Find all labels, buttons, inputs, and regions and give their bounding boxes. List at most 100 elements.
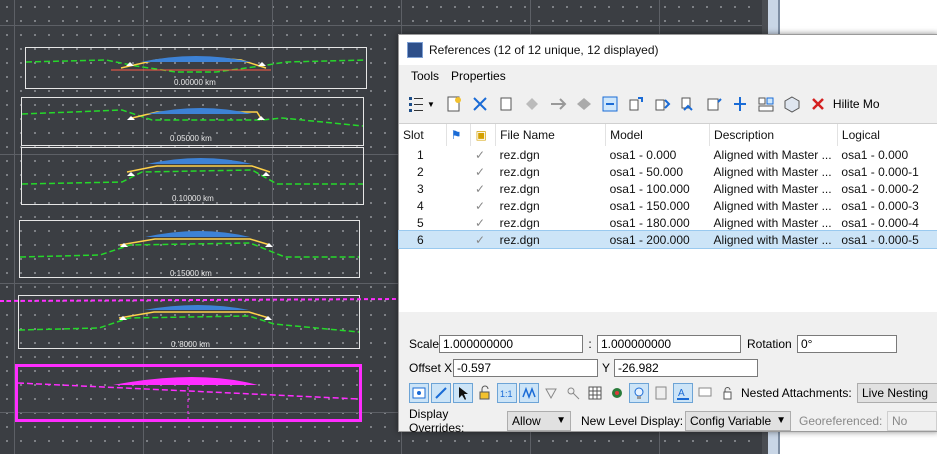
scale-input-1[interactable]: 1.000000000: [439, 335, 583, 353]
rotation-input[interactable]: 0°: [797, 335, 897, 353]
checkmark-icon[interactable]: ✓: [471, 146, 496, 163]
cell-flag: [446, 146, 471, 163]
scale-separator: :: [588, 337, 592, 351]
cross-section-2[interactable]: 0.05000 km: [21, 97, 364, 146]
table-row[interactable]: 2 ✓ rez.dgn osa1 - 50.000 Aligned with M…: [399, 163, 937, 180]
cross-section-1[interactable]: 0.00000 km: [25, 47, 367, 89]
checkmark-icon[interactable]: ✓: [471, 163, 496, 180]
col-flag[interactable]: ⚑: [446, 124, 472, 146]
cell-slot: 3: [417, 181, 424, 196]
detach-icon[interactable]: [469, 93, 491, 115]
list-view-icon[interactable]: [405, 93, 427, 115]
display-toggle-icon[interactable]: [409, 383, 429, 403]
cell-slot: 2: [417, 164, 424, 179]
annotation-icon[interactable]: A: [673, 383, 693, 403]
checkmark-icon[interactable]: ✓: [471, 214, 496, 231]
hilite-mode[interactable]: Hilite Mo: [833, 97, 880, 111]
station-label: 0.15000 km: [170, 269, 212, 278]
cell-file: rez.dgn: [499, 164, 540, 179]
clip-boundary-icon[interactable]: [703, 93, 725, 115]
checkmark-icon[interactable]: ✓: [471, 197, 496, 214]
col-slot[interactable]: Slot: [399, 124, 447, 146]
settings-cube-icon[interactable]: [781, 93, 803, 115]
display-overrides-select[interactable]: Allow ▼: [507, 411, 571, 431]
exchange-icon[interactable]: [521, 93, 543, 115]
treat-as-element-icon[interactable]: [541, 383, 561, 403]
lock-toggle-icon[interactable]: [475, 383, 495, 403]
menu-tools[interactable]: Tools: [405, 69, 445, 83]
menu-properties[interactable]: Properties: [445, 69, 512, 83]
svg-text:1:1: 1:1: [500, 389, 513, 399]
cell-flag: [446, 197, 471, 214]
cell-description: Aligned with Master ...: [709, 231, 838, 248]
clip-delete-icon[interactable]: [755, 93, 777, 115]
attach-reference-icon[interactable]: [443, 93, 465, 115]
scale-input-2[interactable]: 1.000000000: [597, 335, 741, 353]
table-row[interactable]: 5 ✓ rez.dgn osa1 - 180.000 Aligned with …: [399, 214, 937, 231]
offset-x-input[interactable]: -0.597: [453, 359, 598, 377]
toolbar: ▼ Hilite Mo: [399, 87, 937, 121]
table-row[interactable]: 4 ✓ rez.dgn osa1 - 150.000 Aligned with …: [399, 197, 937, 214]
table-row[interactable]: 1 ✓ rez.dgn osa1 - 0.000 Aligned with Ma…: [399, 146, 937, 163]
col-description[interactable]: Description: [709, 124, 838, 146]
references-icon: [407, 42, 423, 58]
display-icons-row: 1:1 A Nested Attachments: Live Nesting: [409, 383, 937, 403]
comment-icon[interactable]: [695, 383, 715, 403]
display-overrides-label: Display Overrides:: [409, 407, 465, 435]
lightbulb-icon[interactable]: [629, 383, 649, 403]
chevron-down-icon[interactable]: ▼: [427, 100, 435, 109]
dialog-titlebar[interactable]: References (12 of 12 unique, 12 displaye…: [399, 35, 937, 65]
new-level-display-label: New Level Display:: [581, 414, 684, 428]
cell-logical: osa1 - 0.000-1: [841, 164, 919, 179]
col-model[interactable]: Model: [605, 124, 711, 146]
cell-description: Aligned with Master ...: [713, 215, 832, 230]
clip-mask-icon[interactable]: [729, 93, 751, 115]
scale-line-styles-icon[interactable]: [519, 383, 539, 403]
svg-text:A: A: [678, 388, 685, 399]
cross-section-3[interactable]: 0.10000 km: [21, 147, 364, 205]
copy-icon[interactable]: [573, 93, 595, 115]
station-label: 0.05000 km: [170, 134, 212, 143]
nested-lock-icon[interactable]: [717, 383, 737, 403]
offset-x-label: Offset X: [409, 361, 453, 375]
cell-file: rez.dgn: [499, 198, 540, 213]
cell-model: osa1 - 0.000: [609, 147, 677, 162]
offset-y-input[interactable]: -26.982: [614, 359, 758, 377]
cross-section-6-highlighted[interactable]: [15, 364, 362, 422]
scale-icon[interactable]: [599, 93, 621, 115]
cell-logical: osa1 - 0.000: [841, 147, 909, 162]
mirror-horizontal-icon[interactable]: [651, 93, 673, 115]
snap-toggle-icon[interactable]: [431, 383, 451, 403]
checkmark-icon[interactable]: ✓: [471, 180, 496, 197]
move-icon[interactable]: [547, 93, 569, 115]
cell-logical: osa1 - 0.000-3: [841, 198, 919, 213]
cell-description: Aligned with Master ...: [713, 181, 832, 196]
cell-model: osa1 - 100.000: [609, 181, 690, 196]
col-display[interactable]: ▣: [470, 124, 497, 146]
georeferenced-select: No: [887, 411, 937, 431]
clip-back-icon[interactable]: [563, 383, 583, 403]
references-table[interactable]: Slot ⚑ ▣ File Name Model Description Log…: [398, 123, 937, 312]
nested-attachments-label: Nested Attachments:: [741, 386, 852, 400]
checkmark-icon[interactable]: ✓: [470, 231, 496, 248]
station-label: 0.'8000 km: [171, 340, 210, 349]
col-file-name[interactable]: File Name: [495, 124, 607, 146]
table-row-selected[interactable]: 6 ✓ rez.dgn osa1 - 200.000 Aligned with …: [398, 230, 937, 249]
rotate-icon[interactable]: [625, 93, 647, 115]
reload-icon[interactable]: [495, 93, 517, 115]
level-display-icon[interactable]: [651, 383, 671, 403]
table-row[interactable]: 3 ✓ rez.dgn osa1 - 100.000 Aligned with …: [399, 180, 937, 197]
raster-table-icon[interactable]: [585, 383, 605, 403]
true-scale-toggle-icon[interactable]: 1:1: [497, 383, 517, 403]
cell-logical: osa1 - 0.000-2: [841, 181, 919, 196]
close-red-icon[interactable]: [807, 93, 829, 115]
col-logical[interactable]: Logical: [837, 124, 937, 146]
globe-icon[interactable]: [607, 383, 627, 403]
nested-attachments-select[interactable]: Live Nesting: [857, 383, 937, 403]
new-level-display-select[interactable]: Config Variable ▼: [685, 411, 791, 431]
mirror-vertical-icon[interactable]: [677, 93, 699, 115]
cross-section-4[interactable]: 0.15000 km: [19, 220, 360, 278]
references-dialog[interactable]: References (12 of 12 unique, 12 displaye…: [398, 34, 937, 435]
cell-slot: 4: [417, 198, 424, 213]
locate-toggle-icon[interactable]: [453, 383, 473, 403]
